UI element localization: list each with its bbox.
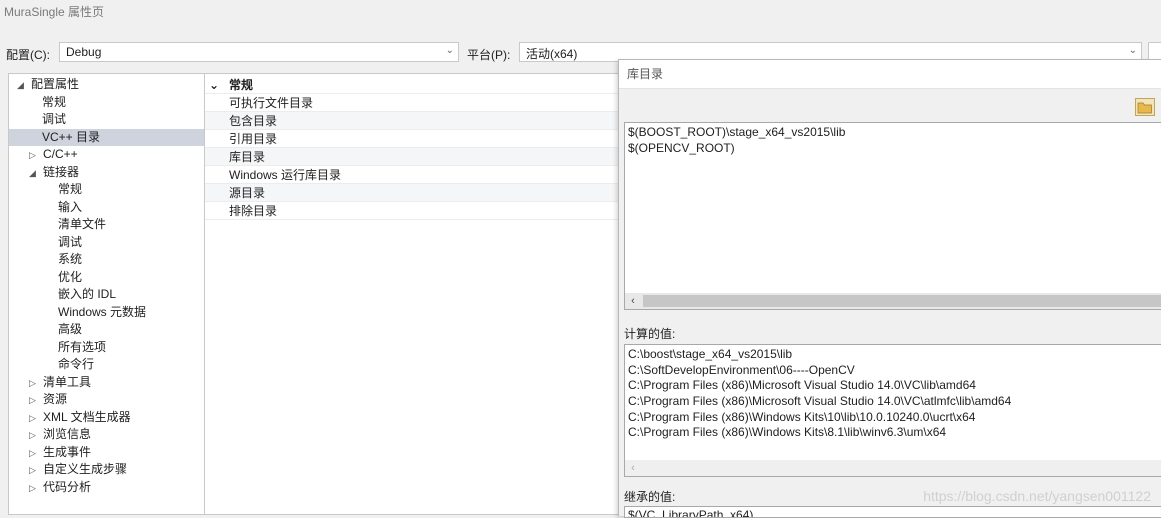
evaluated-value-label: 计算的值:	[624, 327, 676, 341]
config-select[interactable]: Debug ⌄	[59, 42, 459, 62]
folder-icon[interactable]	[1135, 98, 1155, 116]
tree-item-general[interactable]: 常规	[42, 94, 66, 111]
evaluated-value: C:\Program Files (x86)\Microsoft Visual …	[628, 378, 976, 393]
property-tree[interactable]: ◢ 配置属性 常规 调试 VC++ 目录 ▷ C/C++ ◢ 链接器 常规 输入 清单…	[8, 73, 225, 515]
window-title: MuraSingle 属性页	[4, 5, 105, 19]
scroll-left-icon[interactable]: ‹	[625, 460, 641, 476]
evaluated-value: C:\Program Files (x86)\Windows Kits\10\l…	[628, 409, 976, 424]
expander-icon[interactable]: ◢	[29, 165, 43, 182]
tree-item-linker-debugging[interactable]: 调试	[58, 234, 82, 251]
property-grid[interactable]: ⌄ 常规 可执行文件目录 包含目录 引用目录 库目录 Windows 运行库目录 …	[204, 73, 624, 515]
horizontal-scrollbar[interactable]: ‹	[625, 460, 1161, 476]
tree-item-linker[interactable]: ◢ 链接器	[29, 164, 79, 181]
inherited-value: $(VC_LibraryPath_x64)	[628, 508, 754, 518]
horizontal-scrollbar[interactable]: ‹	[625, 293, 1161, 309]
watermark: https://blog.csdn.net/yangsen001122	[923, 488, 1151, 504]
chevron-down-icon[interactable]: ⌄	[209, 76, 229, 94]
config-select-value: Debug	[66, 45, 102, 59]
inherited-value-label: 继承的值:	[624, 490, 676, 504]
config-label: 配置(C):	[6, 48, 50, 62]
grid-category-general[interactable]: ⌄ 常规	[205, 76, 623, 94]
tree-item-browse-info[interactable]: ▷ 浏览信息	[29, 426, 91, 443]
tree-item-linker-idl[interactable]: 嵌入的 IDL	[58, 286, 116, 303]
tree-item-config-properties[interactable]: ◢ 配置属性	[17, 76, 79, 93]
tree-item-linker-command-line[interactable]: 命令行	[58, 356, 94, 373]
chevron-down-icon: ⌄	[1128, 45, 1137, 56]
library-directories-dialog: 库目录 $(BOOST_ROOT)\stage_x64_vs2015\lib $…	[618, 59, 1161, 518]
tree-item-linker-advanced[interactable]: 高级	[58, 321, 82, 338]
tree-item-resources[interactable]: ▷ 资源	[29, 391, 67, 408]
tree-item-build-events[interactable]: ▷ 生成事件	[29, 444, 91, 461]
expander-icon[interactable]: ▷	[29, 427, 43, 444]
tree-item-linker-winmd[interactable]: Windows 元数据	[58, 304, 146, 321]
tree-item-linker-general[interactable]: 常规	[58, 181, 82, 198]
directory-entry[interactable]: $(BOOST_ROOT)\stage_x64_vs2015\lib	[625, 125, 1161, 141]
tree-item-manifest-tool[interactable]: ▷ 清单工具	[29, 374, 91, 391]
tree-item-c-cpp[interactable]: ▷ C/C++	[29, 146, 78, 163]
grid-row-library-dirs[interactable]: 库目录	[205, 148, 623, 166]
expander-icon[interactable]: ▷	[29, 410, 43, 427]
chevron-down-icon: ⌄	[445, 45, 454, 56]
expander-icon[interactable]: ▷	[29, 147, 43, 164]
dialog-title: 库目录	[619, 60, 1161, 89]
tree-item-linker-input[interactable]: 输入	[58, 199, 82, 216]
tree-item-debugging[interactable]: 调试	[42, 111, 66, 128]
evaluated-values-box: C:\boost\stage_x64_vs2015\lib C:\SoftDev…	[624, 344, 1161, 477]
tree-item-code-analysis[interactable]: ▷ 代码分析	[29, 479, 91, 496]
evaluated-value: C:\Program Files (x86)\Microsoft Visual …	[628, 394, 1012, 409]
tree-item-linker-system[interactable]: 系统	[58, 251, 82, 268]
grid-row-winrt-dirs[interactable]: Windows 运行库目录	[205, 166, 623, 184]
tree-item-vc-directories[interactable]: VC++ 目录	[9, 128, 225, 146]
directory-entry[interactable]: $(OPENCV_ROOT)	[625, 141, 1161, 157]
expander-icon[interactable]: ▷	[29, 445, 43, 462]
evaluated-value: C:\SoftDevelopEnvironment\06----OpenCV	[628, 362, 855, 377]
grid-row-source-dirs[interactable]: 源目录	[205, 184, 623, 202]
tree-item-linker-optimization[interactable]: 优化	[58, 269, 82, 286]
tree-item-linker-all-options[interactable]: 所有选项	[58, 339, 106, 356]
grid-row-reference-dirs[interactable]: 引用目录	[205, 130, 623, 148]
scroll-left-icon[interactable]: ‹	[625, 293, 641, 309]
expander-icon[interactable]: ▷	[29, 392, 43, 409]
evaluated-value: C:\Program Files (x86)\Windows Kits\8.1\…	[628, 425, 947, 440]
inherited-values-box: $(VC_LibraryPath_x64)	[624, 506, 1161, 518]
tree-item-linker-manifest[interactable]: 清单文件	[58, 216, 106, 233]
expander-icon[interactable]: ▷	[29, 462, 43, 479]
scrollbar-thumb[interactable]	[643, 295, 1161, 307]
tree-item-xml-doc[interactable]: ▷ XML 文档生成器	[29, 409, 131, 426]
grid-row-executable-dirs[interactable]: 可执行文件目录	[205, 94, 623, 112]
evaluated-value: C:\boost\stage_x64_vs2015\lib	[628, 347, 793, 361]
expander-icon[interactable]: ▷	[29, 375, 43, 392]
grid-row-exclude-dirs[interactable]: 排除目录	[205, 202, 623, 220]
grid-row-include-dirs[interactable]: 包含目录	[205, 112, 623, 130]
platform-select-value: 活动(x64)	[526, 47, 578, 61]
expander-icon[interactable]: ◢	[17, 77, 31, 94]
expander-icon[interactable]: ▷	[29, 480, 43, 497]
directory-entries-editor[interactable]: $(BOOST_ROOT)\stage_x64_vs2015\lib $(OPE…	[624, 122, 1161, 310]
tree-item-custom-build[interactable]: ▷ 自定义生成步骤	[29, 461, 127, 478]
platform-label: 平台(P):	[467, 48, 511, 62]
